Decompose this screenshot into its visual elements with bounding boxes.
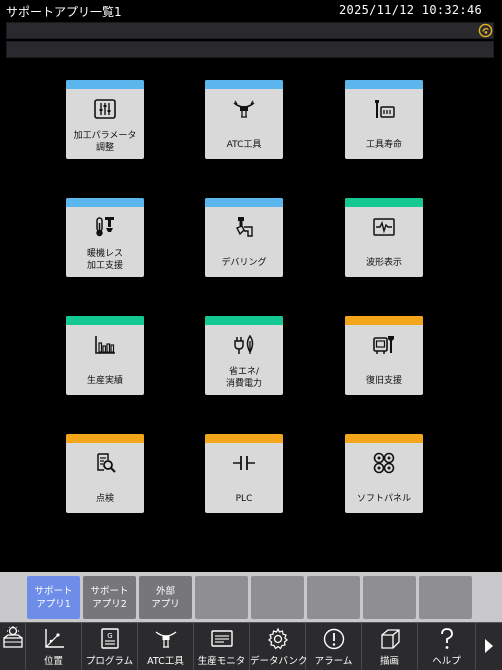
tile-label: デバリング bbox=[221, 258, 267, 268]
tile-tool-life[interactable]: 工具寿命 bbox=[345, 80, 423, 159]
fkey-label: ヘルプ bbox=[432, 656, 461, 667]
tab-support-app-1[interactable]: サポート アプリ1 bbox=[27, 576, 80, 619]
tile-soft-panel[interactable]: ソフトパネル bbox=[345, 434, 423, 513]
tile-plc[interactable]: PLC bbox=[205, 434, 283, 513]
tile-label: 加工パラメータ 調整 bbox=[73, 131, 137, 153]
date-time: 2025/11/12 10:32:46 bbox=[339, 3, 482, 17]
tile-label: 省エネ/ 消費電力 bbox=[225, 367, 262, 389]
fkey-data-bank[interactable]: データバンク bbox=[250, 623, 308, 670]
tile-label: 点検 bbox=[95, 494, 114, 504]
alert-status-icon[interactable] bbox=[478, 23, 493, 38]
next-page-button[interactable] bbox=[476, 623, 502, 670]
fkey-label: プログラム bbox=[85, 656, 134, 667]
monitor-icon bbox=[210, 630, 233, 647]
title-bar: サポートアプリ一覧1 2025/11/12 10:32:46 bbox=[0, 0, 502, 22]
tile-atc-tool[interactable]: ATC工具 bbox=[205, 80, 283, 159]
fkey-alarm[interactable]: アラーム bbox=[306, 623, 362, 670]
tab-empty-slot bbox=[195, 576, 248, 619]
tile-label: 生産実績 bbox=[86, 376, 123, 386]
soft-panel-icon bbox=[373, 452, 395, 474]
fkey-position[interactable]: 位置 bbox=[26, 623, 82, 670]
fkey-atc-tool[interactable]: ATC工具 bbox=[138, 623, 194, 670]
fkey-production-monitor[interactable]: 生産モニタ bbox=[194, 623, 250, 670]
tile-recovery-support[interactable]: 復旧支援 bbox=[345, 316, 423, 395]
position-icon bbox=[44, 629, 64, 648]
tile-machining-parameter[interactable]: 加工パラメータ 調整 bbox=[66, 80, 144, 159]
tile-label: PLC bbox=[235, 494, 253, 504]
tile-production-results[interactable]: 生産実績 bbox=[66, 316, 144, 395]
plc-icon bbox=[233, 456, 255, 470]
tile-label: 復旧支援 bbox=[365, 376, 402, 386]
tile-waveform[interactable]: 波形表示 bbox=[345, 198, 423, 277]
fkey-label: ATC工具 bbox=[147, 656, 184, 667]
machine-home-icon bbox=[2, 626, 23, 648]
tile-energy-saving[interactable]: 省エネ/ 消費電力 bbox=[205, 316, 283, 395]
atc-tool-icon bbox=[233, 100, 255, 118]
alarm-icon bbox=[323, 628, 344, 650]
tab-empty-slot bbox=[363, 576, 416, 619]
fkey-drawing[interactable]: 描画 bbox=[362, 623, 418, 670]
tile-label: ソフトパネル bbox=[356, 494, 411, 504]
tab-empty-slot bbox=[419, 576, 472, 619]
energy-icon bbox=[234, 334, 254, 354]
help-icon bbox=[440, 628, 453, 649]
waveform-icon bbox=[373, 218, 395, 236]
app-tab-bar: サポート アプリ1 サポート アプリ2 外部 アプリ bbox=[0, 572, 502, 622]
tile-label: 暖機レス 加工支援 bbox=[86, 249, 123, 271]
atc-tool-icon bbox=[155, 631, 176, 648]
tile-label: 工具寿命 bbox=[365, 140, 402, 150]
program-icon: G bbox=[100, 628, 119, 649]
tab-label: サポート アプリ1 bbox=[34, 585, 73, 610]
tab-external-app[interactable]: 外部 アプリ bbox=[139, 576, 192, 619]
secondary-message-bar bbox=[6, 41, 494, 58]
fkey-label: 生産モニタ bbox=[197, 656, 246, 667]
fkey-label: 描画 bbox=[379, 656, 399, 667]
sliders-icon bbox=[94, 99, 116, 119]
tool-life-icon bbox=[375, 100, 395, 118]
deburring-icon bbox=[236, 217, 253, 237]
cube-icon bbox=[380, 629, 400, 649]
svg-text:G: G bbox=[107, 632, 112, 640]
tab-empty-slot bbox=[251, 576, 304, 619]
thermometer-icon bbox=[96, 217, 114, 237]
bar-chart-icon bbox=[95, 336, 115, 354]
fkey-label: 位置 bbox=[43, 656, 63, 667]
chevron-right-icon bbox=[485, 639, 493, 653]
tile-inspection[interactable]: 点検 bbox=[66, 434, 144, 513]
app-grid: 加工パラメータ 調整 ATC工具 工具寿命 暖機レス 加工支援 デバリング 波形… bbox=[0, 62, 502, 572]
tile-label: ATC工具 bbox=[226, 140, 262, 150]
tab-label: 外部 アプリ bbox=[151, 585, 180, 610]
fkey-label: データバンク bbox=[250, 656, 308, 667]
tile-deburring[interactable]: デバリング bbox=[205, 198, 283, 277]
window-title: サポートアプリ一覧1 bbox=[6, 5, 122, 19]
gear-icon bbox=[267, 627, 288, 650]
tile-label: 波形表示 bbox=[365, 258, 402, 268]
tab-empty-slot bbox=[307, 576, 360, 619]
tab-support-app-2[interactable]: サポート アプリ2 bbox=[83, 576, 136, 619]
message-bar bbox=[6, 22, 494, 39]
fkey-help[interactable]: ヘルプ bbox=[418, 623, 476, 670]
function-key-bar: 位置 G プログラム ATC工具 生産モニタ データバンク アラーム 描画 ヘル… bbox=[0, 622, 502, 670]
recovery-icon bbox=[373, 336, 394, 354]
tile-warmup-less[interactable]: 暖機レス 加工支援 bbox=[66, 198, 144, 277]
inspection-icon bbox=[97, 453, 116, 473]
fkey-program[interactable]: G プログラム bbox=[82, 623, 138, 670]
home-menu-button[interactable] bbox=[0, 623, 26, 670]
tab-label: サポート アプリ2 bbox=[90, 585, 129, 610]
fkey-label: アラーム bbox=[314, 656, 353, 667]
